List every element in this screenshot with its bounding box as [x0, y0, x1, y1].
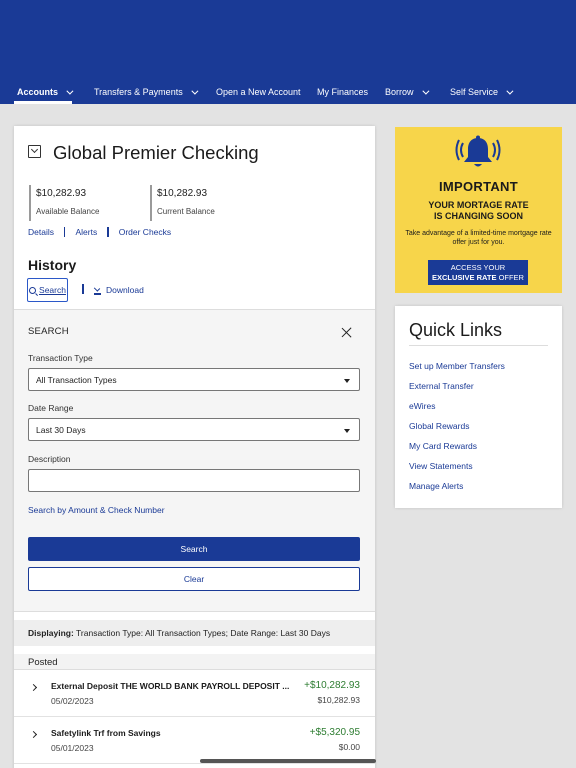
transaction-row[interactable]: Safetylink Trf from Savings 05/01/2023 +… [14, 718, 375, 764]
transaction-type-select[interactable]: All Transaction Types [28, 368, 360, 391]
home-indicator [200, 759, 376, 763]
promo-subheading-line: IS CHANGING SOON [433, 211, 523, 221]
quick-link-manage-alerts[interactable]: Manage Alerts [409, 481, 463, 491]
transaction-date: 05/01/2023 [51, 743, 94, 753]
transaction-running-balance: $10,282.93 [317, 695, 360, 705]
nav-label: Transfers & Payments [94, 87, 183, 97]
transaction-running-balance: $0.00 [338, 742, 360, 752]
nav-label: Self Service [450, 87, 499, 97]
transaction-description: Safetylink Trf from Savings [51, 728, 161, 738]
description-input[interactable] [28, 469, 360, 492]
search-by-amount-link[interactable]: Search by Amount & Check Number [28, 505, 165, 515]
chevron-right-icon[interactable] [29, 683, 38, 692]
nav-item-self-service[interactable]: Self Service [450, 87, 514, 97]
nav-item-transfers-payments[interactable]: Transfers & Payments [94, 87, 199, 97]
account-card: Global Premier Checking $10,282.93 Avail… [14, 126, 375, 768]
nav-item-borrow[interactable]: Borrow [385, 87, 429, 97]
chevron-down-icon [191, 87, 199, 95]
transaction-type-value: All Transaction Types [36, 375, 117, 385]
displaying-label: Displaying: [28, 628, 74, 638]
promo-cta-rest: OFFER [498, 272, 524, 282]
caret-down-icon [344, 429, 350, 433]
promo-body: Take advantage of a limited-time mortgag… [405, 230, 552, 246]
chevron-right-icon[interactable] [29, 730, 38, 739]
nav-item-my-finances[interactable]: My Finances [317, 87, 368, 97]
collapse-account-toggle[interactable] [28, 145, 41, 158]
divider [107, 227, 109, 237]
alerts-link[interactable]: Alerts [75, 227, 97, 237]
promo-cta-button[interactable]: ACCESS YOUR EXCLUSIVE RATE OFFER [428, 260, 528, 285]
search-panel-title: SEARCH [28, 326, 69, 337]
current-balance-label: Current Balance [157, 207, 215, 216]
nav-label: Open a New Account [216, 87, 301, 97]
transaction-amount: +$5,320.95 [309, 727, 360, 738]
quick-links-panel: Quick Links Set up Member Transfers Exte… [395, 306, 562, 508]
promo-cta-bold: EXCLUSIVE RATE [432, 272, 497, 282]
quick-link-global-rewards[interactable]: Global Rewards [409, 421, 469, 431]
available-balance-amount: $10,282.93 [36, 188, 87, 199]
date-range-label: Date Range [28, 403, 74, 413]
search-button[interactable]: Search [28, 537, 360, 561]
quick-link-ewires[interactable]: eWires [409, 401, 435, 411]
chevron-down-icon [421, 87, 429, 95]
transaction-description: External Deposit THE WORLD BANK PAYROLL … [51, 681, 290, 691]
download-label: Download [106, 285, 144, 295]
nav-label: Accounts [17, 87, 59, 97]
search-panel: SEARCH Transaction Type All Transaction … [14, 309, 375, 612]
nav-label: Borrow [385, 87, 414, 97]
download-icon [94, 286, 101, 295]
transaction-amount: +$10,282.93 [304, 680, 360, 691]
quick-link-member-transfers[interactable]: Set up Member Transfers [409, 361, 505, 371]
main-nav: Accounts Transfers & Payments Open a New… [0, 80, 576, 104]
current-balance-amount: $10,282.93 [157, 188, 208, 199]
transaction-type-label: Transaction Type [28, 353, 93, 363]
current-balance-block: $10,282.93 Current Balance [150, 185, 215, 221]
posted-header: Posted [14, 654, 375, 670]
promo-subheading-line: YOUR MORTAGE RATE [428, 200, 529, 210]
active-nav-indicator [14, 101, 72, 104]
promo-heading: IMPORTANT [438, 179, 518, 194]
divider [63, 227, 66, 237]
details-link[interactable]: Details [28, 227, 54, 237]
search-tab[interactable]: Search [27, 278, 68, 302]
download-link[interactable]: Download [94, 285, 144, 295]
quick-link-external-transfer[interactable]: External Transfer [409, 381, 474, 391]
displaying-text: Transaction Type: All Transaction Types;… [76, 628, 331, 638]
order-checks-link[interactable]: Order Checks [119, 227, 171, 237]
search-tab-label: Search [39, 285, 66, 295]
nav-label: My Finances [317, 87, 369, 97]
transaction-row[interactable]: External Deposit THE WORLD BANK PAYROLL … [14, 671, 375, 717]
quick-link-view-statements[interactable]: View Statements [409, 461, 473, 471]
caret-down-icon [344, 379, 350, 383]
chevron-down-icon [506, 87, 514, 95]
nav-item-open-account[interactable]: Open a New Account [216, 87, 301, 97]
promo-cta-line: ACCESS YOUR [450, 263, 506, 272]
promo-cta-line: EXCLUSIVE RATE OFFER [428, 273, 528, 283]
close-icon[interactable] [341, 327, 353, 339]
clear-button[interactable]: Clear [28, 567, 360, 591]
available-balance-block: $10,282.93 Available Balance [29, 185, 99, 221]
divider [82, 284, 84, 294]
account-title: Global Premier Checking [53, 142, 259, 163]
nav-item-accounts[interactable]: Accounts [17, 87, 74, 97]
description-label: Description [28, 454, 71, 464]
history-heading: History [28, 257, 77, 273]
date-range-select[interactable]: Last 30 Days [28, 418, 360, 441]
available-balance-label: Available Balance [36, 207, 100, 216]
transaction-date: 05/02/2023 [51, 696, 94, 706]
displaying-filter-summary: Displaying: Transaction Type: All Transa… [14, 620, 375, 646]
divider [409, 345, 548, 346]
search-icon [29, 286, 37, 294]
chevron-down-icon [66, 87, 74, 95]
mortgage-rate-promo[interactable]: IMPORTANT YOUR MORTAGE RATE IS CHANGING … [395, 127, 562, 293]
promo-subheading: YOUR MORTAGE RATE IS CHANGING SOON [395, 200, 562, 222]
quick-links-title: Quick Links [409, 320, 503, 340]
quick-link-card-rewards[interactable]: My Card Rewards [409, 441, 477, 451]
bell-icon [455, 135, 501, 167]
date-range-value: Last 30 Days [36, 425, 86, 435]
account-links: Details Alerts Order Checks [28, 227, 171, 237]
